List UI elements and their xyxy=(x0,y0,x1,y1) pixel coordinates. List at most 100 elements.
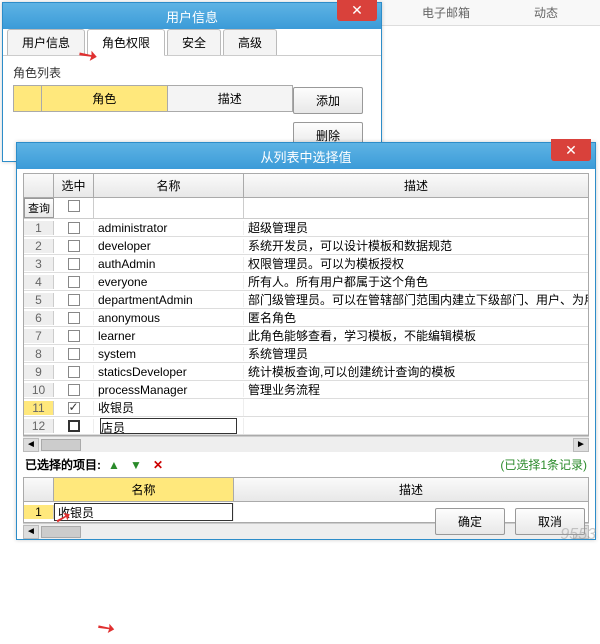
query-checkbox[interactable] xyxy=(68,200,80,212)
cell-name: 收银员 xyxy=(94,399,244,416)
cell-desc: 管理业务流程 xyxy=(244,381,588,398)
cell-name: developer xyxy=(94,239,244,253)
cell-desc: 系统开发员，可以设计模板和数据规范 xyxy=(244,237,588,254)
titlebar: 用户信息 ✕ xyxy=(3,3,381,29)
row-checkbox[interactable] xyxy=(68,420,80,432)
row-checkbox[interactable] xyxy=(68,348,80,360)
table-row[interactable]: 7 learner此角色能够查看，学习模板，不能编辑模板 xyxy=(24,327,588,345)
selected-label: 已选择的项目: xyxy=(25,456,101,473)
close-button[interactable]: ✕ xyxy=(337,0,377,21)
row-number: 9 xyxy=(24,365,54,379)
table-row[interactable]: 3 authAdmin权限管理员。可以为模板授权 xyxy=(24,255,588,273)
move-down-icon[interactable]: ▼ xyxy=(127,457,145,473)
row-checkbox[interactable] xyxy=(68,222,80,234)
row-number: 8 xyxy=(24,347,54,361)
tab-advanced[interactable]: 高级 xyxy=(223,29,277,55)
col-role[interactable]: 角色 xyxy=(42,86,168,111)
query-row: 查询 xyxy=(24,198,588,219)
row-checkbox[interactable] xyxy=(68,240,80,252)
col-desc[interactable]: 描述 xyxy=(234,478,588,501)
cell-name: 店员 xyxy=(94,418,244,434)
role-list-label: 角色列表 xyxy=(3,56,381,85)
cell-name: departmentAdmin xyxy=(94,293,244,307)
cell-desc: 此角色能够查看，学习模板，不能编辑模板 xyxy=(244,327,588,344)
row-checkbox[interactable] xyxy=(68,294,80,306)
table-row[interactable]: 11收银员 xyxy=(24,399,588,417)
remove-icon[interactable]: ✕ xyxy=(149,457,167,473)
col-select[interactable]: 选中 xyxy=(54,174,94,197)
cell-name: everyone xyxy=(94,275,244,289)
user-info-window: 用户信息 ✕ 用户信息 角色权限 安全 高级 角色列表 角色 描述 添加 删除 … xyxy=(2,2,382,162)
cell-name: system xyxy=(94,347,244,361)
col-name[interactable]: 名称 xyxy=(54,478,234,501)
tab-role-perm[interactable]: 角色权限 xyxy=(87,29,165,56)
row-number: 6 xyxy=(24,311,54,325)
name-input[interactable] xyxy=(54,503,233,521)
scroll-left-icon[interactable]: ◄ xyxy=(23,438,39,452)
h-scrollbar[interactable]: ◄ ► xyxy=(23,436,589,452)
table-row[interactable]: 5departmentAdmin部门级管理员。可以在管辖部门范围内建立下级部门、… xyxy=(24,291,588,309)
tab-security[interactable]: 安全 xyxy=(167,29,221,55)
cell-name: processManager xyxy=(94,383,244,397)
cell-desc: 统计模板查询,可以创建统计查询的模板 xyxy=(244,363,588,380)
row-number: 4 xyxy=(24,275,54,289)
col-name[interactable]: 名称 xyxy=(94,174,244,197)
selected-toolbar: 已选择的项目: ▲ ▼ ✕ (已选择1条记录) xyxy=(17,452,595,477)
col-desc[interactable]: 描述 xyxy=(168,86,293,111)
scroll-right-icon[interactable]: ► xyxy=(573,438,589,452)
row-number: 12 xyxy=(24,419,54,433)
row-checkbox[interactable] xyxy=(68,258,80,270)
window-title: 用户信息 xyxy=(11,7,373,26)
tab-bar: 用户信息 角色权限 安全 高级 xyxy=(3,29,381,56)
selected-count: (已选择1条记录) xyxy=(500,456,587,473)
row-number: 1 xyxy=(24,221,54,235)
query-button[interactable]: 查询 xyxy=(24,198,54,218)
bg-col: 电子邮箱 xyxy=(422,4,470,21)
move-up-icon[interactable]: ▲ xyxy=(105,457,123,473)
cell-desc: 所有人。所有用户都属于这个角色 xyxy=(244,273,588,290)
cell-desc: 系统管理员 xyxy=(244,345,588,362)
table-row[interactable]: 4 everyone所有人。所有用户都属于这个角色 xyxy=(24,273,588,291)
row-number: 7 xyxy=(24,329,54,343)
row-checkbox[interactable] xyxy=(68,312,80,324)
table-row[interactable]: 12 店员 xyxy=(24,417,588,435)
cell-desc: 超级管理员 xyxy=(244,219,588,236)
row-checkbox[interactable] xyxy=(68,366,80,378)
background-header: 电子邮箱 动态 xyxy=(380,0,600,26)
titlebar: 从列表中选择值 ✕ xyxy=(17,143,595,169)
row-checkbox[interactable] xyxy=(68,276,80,288)
row-checkbox[interactable] xyxy=(68,384,80,396)
scroll-thumb[interactable] xyxy=(41,439,81,451)
cell-name: authAdmin xyxy=(94,257,244,271)
table-row[interactable]: 10 processManager管理业务流程 xyxy=(24,381,588,399)
cell-desc: 匿名角色 xyxy=(244,309,588,326)
table-row[interactable]: 9 staticsDeveloper统计模板查询,可以创建统计查询的模板 xyxy=(24,363,588,381)
add-button[interactable]: 添加 xyxy=(293,87,363,114)
select-from-list-window: 从列表中选择值 ✕ 选中 名称 描述 查询 1 administrator超级管理… xyxy=(16,142,596,540)
row-checkbox[interactable] xyxy=(68,330,80,342)
cell-name: learner xyxy=(94,329,244,343)
source-grid: 选中 名称 描述 查询 1 administrator超级管理员 2 develope… xyxy=(23,173,589,436)
table-row[interactable]: 1 administrator超级管理员 xyxy=(24,219,588,237)
tab-user-info[interactable]: 用户信息 xyxy=(7,29,85,55)
close-button[interactable]: ✕ xyxy=(551,139,591,161)
bg-col: 动态 xyxy=(534,4,558,21)
scroll-left-icon[interactable]: ◄ xyxy=(23,525,39,539)
col-desc[interactable]: 描述 xyxy=(244,174,588,197)
role-grid-header: 角色 描述 xyxy=(13,85,293,112)
window-title: 从列表中选择值 xyxy=(25,147,587,166)
row-number: 5 xyxy=(24,293,54,307)
cell-desc: 权限管理员。可以为模板授权 xyxy=(244,255,588,272)
watermark: 9553 xyxy=(560,526,596,544)
row-number: 3 xyxy=(24,257,54,271)
table-row[interactable]: 2 developer系统开发员，可以设计模板和数据规范 xyxy=(24,237,588,255)
row-checkbox[interactable] xyxy=(68,402,80,414)
cell-name: staticsDeveloper xyxy=(94,365,244,379)
grid-header: 名称 描述 xyxy=(24,478,588,502)
cell-name: administrator xyxy=(94,221,244,235)
row-number: 10 xyxy=(24,383,54,397)
table-row[interactable]: 6anonymous匿名角色 xyxy=(24,309,588,327)
ok-button[interactable]: 确定 xyxy=(435,508,505,535)
row-number: 2 xyxy=(24,239,54,253)
table-row[interactable]: 8 system系统管理员 xyxy=(24,345,588,363)
